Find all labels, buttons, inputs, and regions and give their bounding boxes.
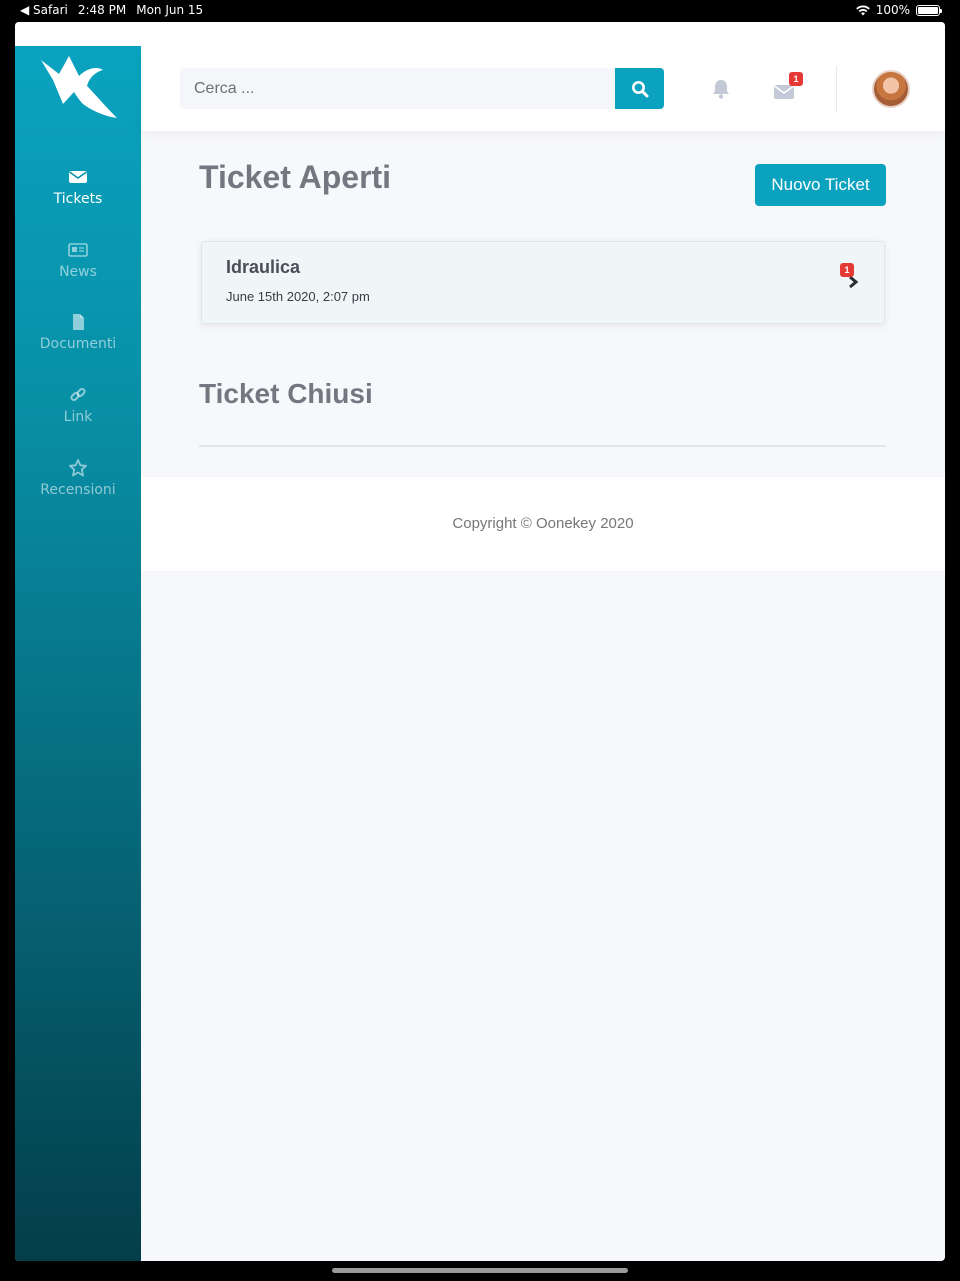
battery-icon xyxy=(916,4,942,16)
battery-percent: 100% xyxy=(875,3,910,17)
sidebar-item-news[interactable]: News xyxy=(15,241,141,280)
status-date: Mon Jun 15 xyxy=(136,3,204,17)
link-icon xyxy=(70,387,86,402)
star-icon xyxy=(69,459,87,477)
newspaper-icon xyxy=(68,243,88,257)
sidebar-item-label: Recensioni xyxy=(40,482,116,498)
mail-badge: 1 xyxy=(789,72,803,86)
sidebar-item-label: Tickets xyxy=(53,191,103,207)
ticket-title: Idraulica xyxy=(226,257,301,277)
back-to-app[interactable]: ◀ Safari xyxy=(20,3,68,17)
sidebar-item-label: Documenti xyxy=(39,336,117,352)
sidebar-item-link[interactable]: Link xyxy=(15,386,141,425)
sidebar-item-label: Link xyxy=(63,409,93,425)
ticket-card[interactable]: Idraulica June 15th 2020, 2:07 pm 1 xyxy=(201,241,885,324)
ticket-badge: 1 xyxy=(840,263,854,277)
top-header: 1 xyxy=(141,46,945,131)
sidebar-item-tickets[interactable]: Tickets xyxy=(15,168,141,207)
search-input[interactable] xyxy=(180,68,615,109)
new-ticket-button[interactable]: Nuovo Ticket xyxy=(755,164,886,206)
closed-title: Ticket Chiusi xyxy=(199,378,373,409)
status-bar: ◀ Safari 2:48 PM Mon Jun 15 100% xyxy=(0,0,960,22)
sidebar: Tickets News Documenti Link Recensioni xyxy=(15,46,141,1261)
search-bar xyxy=(180,68,664,109)
app-window: Tickets News Documenti Link Recensioni C… xyxy=(15,22,945,1261)
sidebar-item-recensioni[interactable]: Recensioni xyxy=(15,459,141,498)
sidebar-item-documenti[interactable]: Documenti xyxy=(15,313,141,352)
search-icon xyxy=(631,80,648,97)
header-divider xyxy=(836,66,837,112)
messages-button[interactable]: 1 xyxy=(773,72,803,101)
copyright-text: Copyright © Oonekey 2020 xyxy=(452,515,634,532)
ticket-date: June 15th 2020, 2:07 pm xyxy=(226,289,370,304)
oonekey-logo[interactable] xyxy=(39,54,119,120)
section-divider xyxy=(199,445,886,447)
page-title: Ticket Aperti xyxy=(199,159,392,195)
bell-icon[interactable] xyxy=(710,78,732,100)
envelope-icon xyxy=(69,171,87,183)
status-time: 2:48 PM xyxy=(77,3,127,17)
file-icon xyxy=(73,314,84,330)
home-indicator[interactable] xyxy=(332,1268,628,1273)
sidebar-item-label: News xyxy=(59,264,97,280)
wifi-icon xyxy=(855,4,870,15)
search-button[interactable] xyxy=(615,68,664,109)
avatar[interactable] xyxy=(872,70,910,108)
footer: Copyright © Oonekey 2020 xyxy=(141,477,945,571)
